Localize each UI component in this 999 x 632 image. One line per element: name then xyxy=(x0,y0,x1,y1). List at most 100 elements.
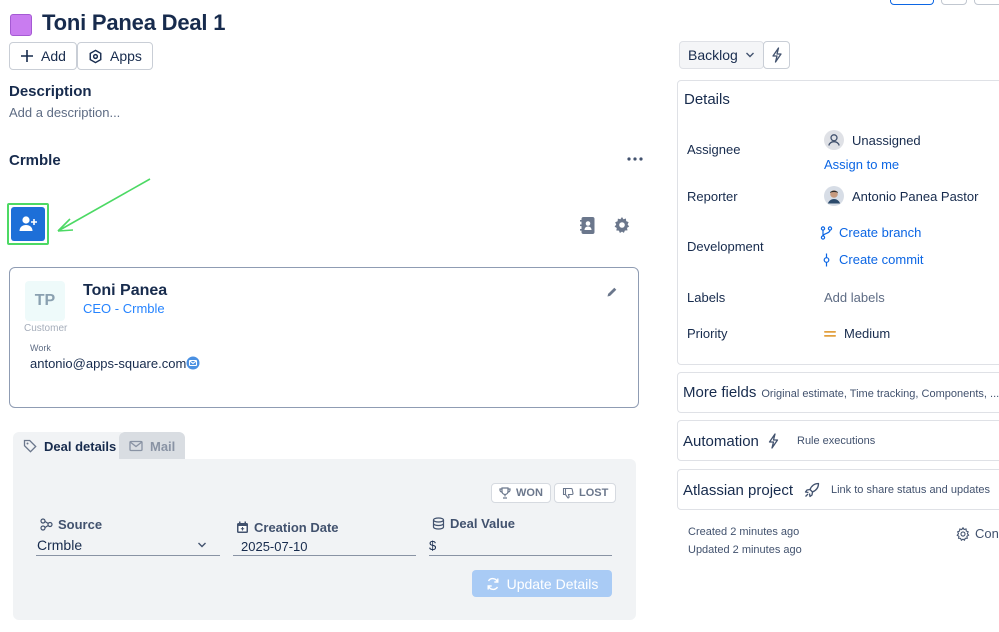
lost-button[interactable]: LOST xyxy=(554,483,617,503)
priority-name: Medium xyxy=(844,326,891,341)
coins-icon xyxy=(432,517,445,530)
create-commit-label: Create commit xyxy=(839,252,924,267)
assignee-label: Assignee xyxy=(687,142,741,157)
creation-date-label-text: Creation Date xyxy=(254,520,339,535)
reporter-name: Antonio Panea Pastor xyxy=(852,188,979,204)
description-heading: Description xyxy=(9,83,92,100)
creation-date-label: Creation Date xyxy=(236,520,339,535)
source-label: Source xyxy=(40,517,102,532)
source-label-text: Source xyxy=(58,517,103,532)
more-fields-row[interactable]: More fields Original estimate, Time trac… xyxy=(683,384,999,401)
status-dropdown[interactable]: Backlog xyxy=(679,41,764,69)
refresh-icon xyxy=(486,577,500,591)
priority-value[interactable]: Medium xyxy=(824,326,890,341)
actions-button[interactable] xyxy=(763,41,790,69)
apps-icon xyxy=(88,49,103,64)
add-contact-button[interactable] xyxy=(7,203,49,245)
apps-button-label: Apps xyxy=(110,48,142,64)
description-placeholder[interactable]: Add a description... xyxy=(9,105,120,120)
thumbs-down-icon xyxy=(562,487,574,499)
add-button-label: Add xyxy=(41,48,66,64)
contact-name[interactable]: Toni Panea xyxy=(83,282,167,300)
reporter-avatar xyxy=(824,186,844,206)
atlassian-project-heading: Atlassian project xyxy=(683,482,794,499)
reporter-label: Reporter xyxy=(687,189,738,204)
tab-deal-details[interactable]: Deal details xyxy=(13,432,127,460)
tab-deal-details-label: Deal details xyxy=(44,438,117,454)
more-fields-heading: More fields xyxy=(683,384,757,401)
settings-gear-icon[interactable] xyxy=(613,216,631,234)
created-timestamp: Created 2 minutes ago xyxy=(688,526,800,538)
create-branch-label: Create branch xyxy=(839,225,922,240)
creation-date-underline xyxy=(233,555,416,556)
email-type-label: Work xyxy=(30,343,51,353)
chevron-down-icon xyxy=(745,51,755,59)
plus-icon xyxy=(20,49,34,63)
mail-icon xyxy=(129,440,143,452)
won-button[interactable]: WON xyxy=(491,483,551,503)
chevron-down-icon[interactable] xyxy=(197,541,207,549)
issue-title[interactable]: Toni Panea Deal 1 xyxy=(42,10,225,36)
automation-heading: Automation xyxy=(683,433,759,450)
calendar-icon xyxy=(236,521,249,534)
won-label: WON xyxy=(516,487,543,499)
source-select[interactable]: Crmble xyxy=(37,537,82,553)
configure-label: Con xyxy=(975,526,999,541)
rocket-icon xyxy=(804,482,820,498)
send-email-icon[interactable] xyxy=(186,356,200,370)
tab-mail[interactable]: Mail xyxy=(119,432,186,460)
more-options-icon[interactable] xyxy=(626,152,644,166)
top-action-button-1[interactable] xyxy=(890,0,934,5)
tag-icon xyxy=(23,439,37,453)
top-action-button-2[interactable] xyxy=(941,0,967,5)
details-heading[interactable]: Details xyxy=(684,91,730,108)
assignee-value[interactable]: Unassigned xyxy=(824,130,921,150)
creation-date-input[interactable]: 2025-07-10 xyxy=(241,539,308,554)
update-details-label: Update Details xyxy=(506,575,599,592)
reporter-value[interactable]: Antonio Panea Pastor xyxy=(824,186,978,206)
priority-medium-icon xyxy=(824,329,836,339)
contact-book-icon[interactable] xyxy=(580,216,596,235)
annotation-arrow-icon xyxy=(50,175,154,237)
deal-value-underline xyxy=(429,555,612,556)
updated-timestamp: Updated 2 minutes ago xyxy=(688,544,802,556)
labels-label: Labels xyxy=(687,290,726,305)
deal-value-label: Deal Value xyxy=(432,516,515,531)
create-branch-link[interactable]: Create branch xyxy=(820,225,921,240)
unassigned-avatar-icon xyxy=(824,130,844,150)
add-labels-field[interactable]: Add labels xyxy=(824,290,885,305)
source-underline xyxy=(36,555,220,556)
source-icon xyxy=(40,518,53,531)
contact-avatar: TP xyxy=(25,281,65,321)
rule-executions-link[interactable]: Rule executions xyxy=(797,435,875,447)
issue-type-icon[interactable] xyxy=(10,14,32,36)
top-action-button-3[interactable] xyxy=(974,0,999,5)
configure-button[interactable]: Con xyxy=(956,526,999,541)
edit-pencil-icon[interactable] xyxy=(606,286,618,298)
create-commit-link[interactable]: Create commit xyxy=(820,252,924,267)
tab-mail-label: Mail xyxy=(150,438,176,454)
assign-to-me-link[interactable]: Assign to me xyxy=(824,157,899,172)
add-person-icon xyxy=(18,215,38,233)
status-label: Backlog xyxy=(688,47,738,63)
more-fields-summary: Original estimate, Time tracking, Compon… xyxy=(761,388,999,400)
automation-lightning-icon xyxy=(767,433,780,449)
atlassian-project-link[interactable]: Link to share status and updates xyxy=(831,484,990,496)
update-details-button[interactable]: Update Details xyxy=(472,570,612,597)
add-button[interactable]: Add xyxy=(9,42,77,70)
contact-type: Customer xyxy=(24,323,68,334)
configure-gear-icon xyxy=(956,526,970,541)
contact-email[interactable]: antonio@apps-square.com xyxy=(30,356,186,371)
lost-label: LOST xyxy=(579,487,609,499)
crmble-heading: Crmble xyxy=(9,152,61,169)
deal-value-label-text: Deal Value xyxy=(450,516,516,531)
deal-value-input[interactable]: $ xyxy=(429,538,436,553)
priority-label: Priority xyxy=(687,326,728,341)
contact-role: CEO - Crmble xyxy=(83,301,165,316)
apps-button[interactable]: Apps xyxy=(77,42,153,70)
commit-icon xyxy=(820,253,833,267)
assignee-name: Unassigned xyxy=(852,132,921,148)
trophy-icon xyxy=(499,487,511,499)
development-label: Development xyxy=(687,239,764,254)
details-panel xyxy=(677,80,999,365)
